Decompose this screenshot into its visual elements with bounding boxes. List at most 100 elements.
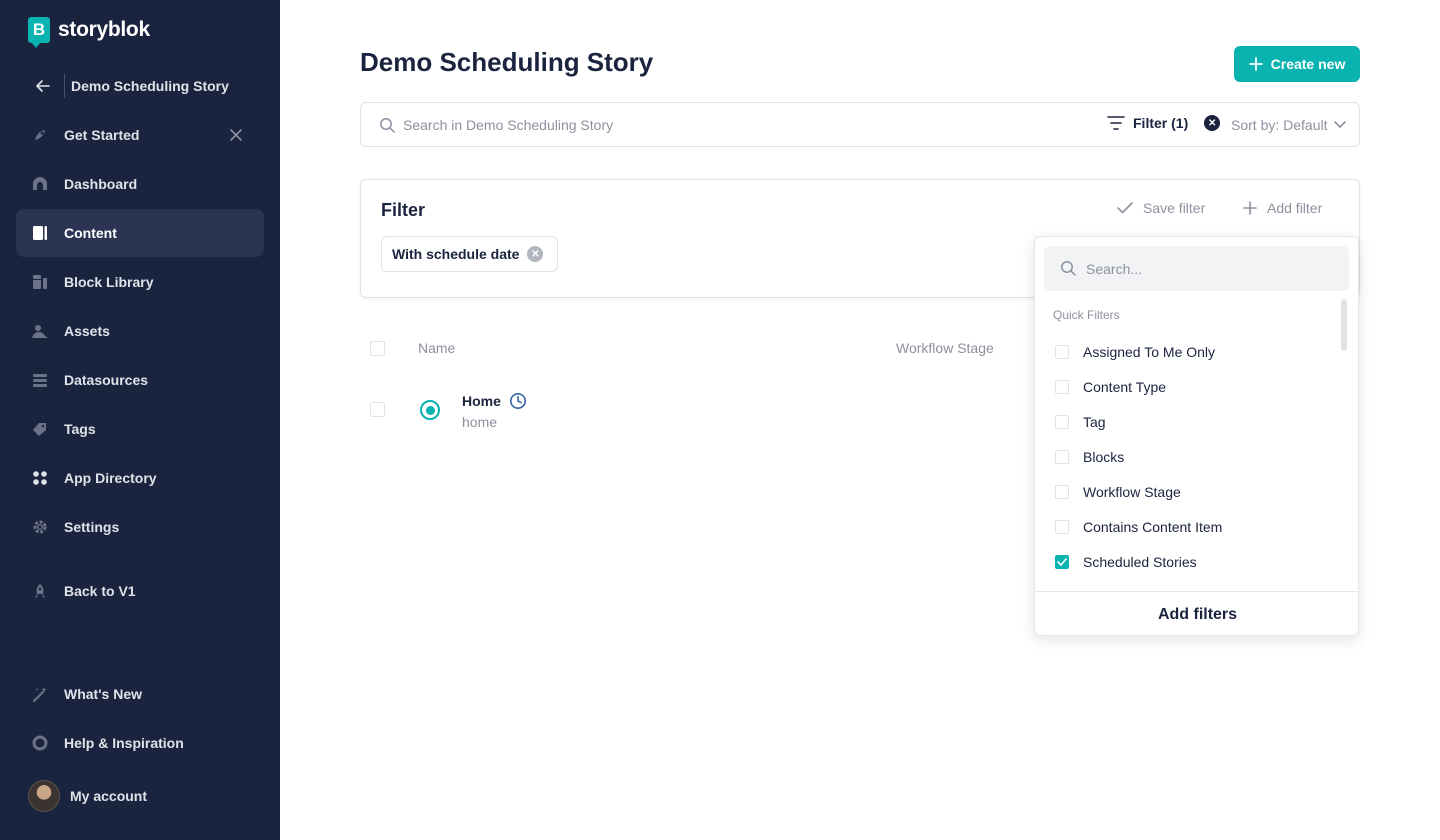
sidebar-item-label: Dashboard [64,176,138,192]
sidebar-item-label: App Directory [64,470,157,486]
option-label: Blocks [1083,449,1125,465]
sidebar-item-label: Block Library [64,274,154,290]
sidebar-item-label: Settings [64,519,120,535]
filter-toggle-button[interactable]: Filter (1) ✕ [1107,115,1221,131]
filter-option-assigned-to-me[interactable]: Assigned To Me Only [1055,341,1215,363]
dropdown-search [1044,246,1349,291]
checkbox[interactable] [1055,345,1069,359]
checkbox[interactable] [1055,485,1069,499]
divider [64,74,65,98]
sort-dropdown[interactable]: Sort by: Default [1231,117,1346,133]
search-icon [380,118,395,133]
scrollbar[interactable] [1341,299,1347,351]
option-label: Content Type [1083,379,1167,395]
sidebar-item-label: Assets [64,323,110,339]
sidebar-item-label: Get Started [64,127,140,143]
story-title-text: Home [462,393,501,409]
account-menu[interactable]: My account [28,780,147,812]
create-new-button[interactable]: Create new [1234,46,1360,82]
sidebar-item-block-library[interactable]: Block Library [16,258,264,306]
quick-filters-heading: Quick Filters [1053,308,1120,322]
block-library-icon [32,274,48,290]
select-all-checkbox[interactable] [370,341,385,356]
filter-option-tag[interactable]: Tag [1055,411,1106,433]
search-bar: Filter (1) ✕ Sort by: Default [360,102,1360,147]
filter-option-content-type[interactable]: Content Type [1055,376,1166,398]
content-icon [32,225,48,241]
sidebar-item-label: What's New [64,686,143,702]
remove-chip-icon[interactable]: ✕ [527,246,544,262]
filter-icon [1107,116,1125,130]
sidebar-item-label: Back to V1 [64,583,136,599]
active-filter-chip[interactable]: With schedule date ✕ [381,236,559,272]
sort-label: Sort by: Default [1231,117,1328,133]
space-switcher: Demo Scheduling Story [28,70,229,102]
search-input[interactable] [403,113,1083,137]
option-label: Contains Content Item [1083,519,1223,535]
sidebar-item-tags[interactable]: Tags [16,405,264,453]
sidebar-item-datasources[interactable]: Datasources [16,356,264,404]
account-label: My account [70,788,148,804]
sidebar-item-content[interactable]: Content [16,209,264,257]
close-icon[interactable] [228,127,244,143]
checkbox[interactable] [1055,450,1069,464]
filter-option-workflow-stage[interactable]: Workflow Stage [1055,481,1181,503]
rocket-icon [32,127,48,143]
datasources-icon [32,372,48,388]
sidebar-item-settings[interactable]: Settings [16,503,264,551]
sidebar-item-back-to-v1[interactable]: Back to V1 [16,567,264,615]
checkbox[interactable] [1055,520,1069,534]
sidebar-item-label: Tags [64,421,96,437]
storyblok-logo[interactable]: B storyblok [28,17,150,48]
sidebar-item-label: Datasources [64,372,149,388]
story-title[interactable]: Home [462,392,527,410]
dashboard-icon [32,176,48,192]
rocket-launch-icon [32,583,48,599]
sidebar-item-label: Help & Inspiration [64,735,184,751]
add-filters-label: Add filters [1157,605,1238,623]
add-filter-button[interactable]: Add filter [1243,200,1322,216]
save-filter-button[interactable]: Save filter [1117,200,1205,216]
add-filter-dropdown: Quick Filters Assigned To Me Only Conten… [1034,236,1359,636]
filter-option-scheduled-stories[interactable]: Scheduled Stories [1055,551,1197,573]
check-icon [1117,202,1133,214]
create-new-label: Create new [1270,56,1346,72]
sidebar: B storyblok Demo Scheduling Story Get St… [0,0,280,840]
page-title: Demo Scheduling Story [360,47,654,77]
sidebar-item-assets[interactable]: Assets [16,307,264,355]
logo-mark-icon: B [28,17,50,48]
clear-filter-icon[interactable]: ✕ [1204,115,1221,131]
column-header-name[interactable]: Name [418,340,455,356]
back-arrow-icon[interactable] [28,78,58,94]
sidebar-item-get-started[interactable]: Get Started [16,111,264,159]
option-label: Assigned To Me Only [1083,344,1216,360]
dropdown-search-input[interactable] [1086,257,1336,281]
sidebar-item-app-directory[interactable]: App Directory [16,454,264,502]
space-name[interactable]: Demo Scheduling Story [71,78,229,94]
check-icon [1057,558,1067,566]
filter-panel-title: Filter [381,200,426,220]
filter-option-blocks[interactable]: Blocks [1055,446,1124,468]
gear-icon [32,519,48,535]
sidebar-item-help[interactable]: Help & Inspiration [16,719,264,767]
option-label: Scheduled Stories [1083,554,1197,570]
row-checkbox[interactable] [370,402,385,417]
checkbox[interactable] [1055,415,1069,429]
avatar [28,780,60,812]
plus-icon [1243,201,1257,215]
assets-icon [32,323,48,339]
filter-option-contains-content-item[interactable]: Contains Content Item [1055,516,1222,538]
search-icon [1061,261,1076,276]
option-label: Workflow Stage [1083,484,1181,500]
chip-label: With schedule date [392,246,520,262]
add-filters-button[interactable]: Add filters [1035,591,1358,635]
checkbox-checked[interactable] [1055,555,1069,569]
sidebar-item-whats-new[interactable]: What's New [16,670,264,718]
checkbox[interactable] [1055,380,1069,394]
published-status-icon [420,400,440,420]
save-filter-label: Save filter [1143,200,1206,216]
add-filter-label: Add filter [1267,200,1323,216]
sidebar-item-dashboard[interactable]: Dashboard [16,160,264,208]
chevron-down-icon [1333,121,1346,128]
filter-toggle-label: Filter (1) [1133,115,1189,131]
